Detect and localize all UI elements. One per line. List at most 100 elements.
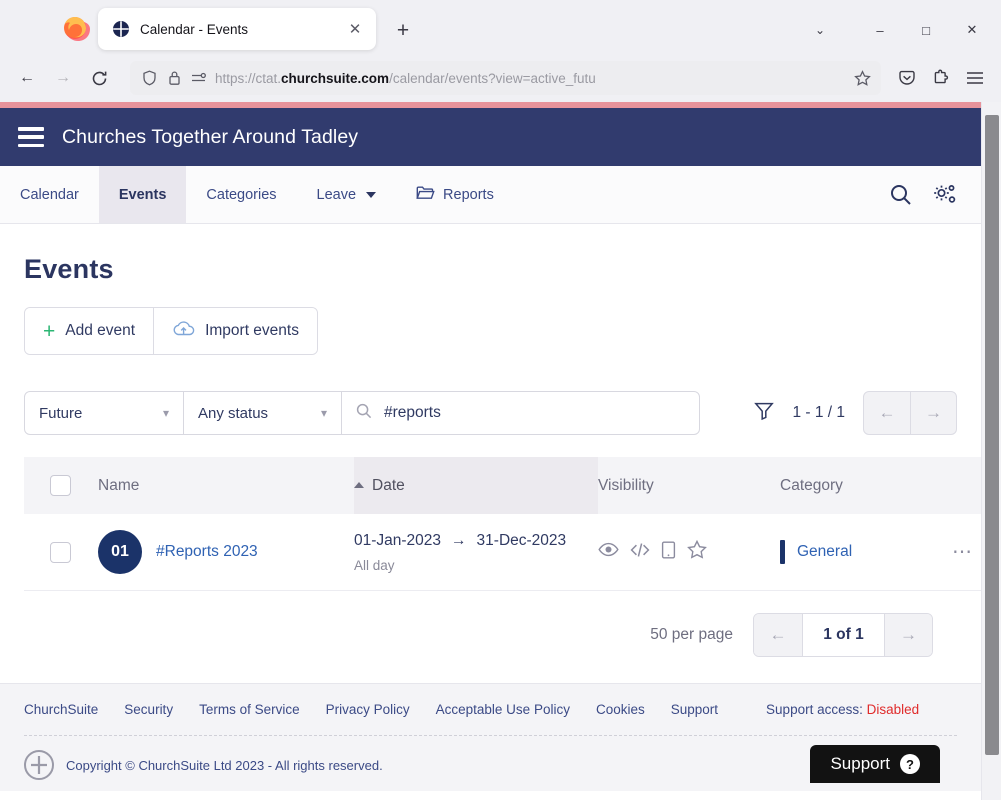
section-nav: Calendar Events Categories Leave Reports xyxy=(0,166,981,224)
search-value: #reports xyxy=(384,404,441,421)
row-actions-menu-icon[interactable]: ⋯ xyxy=(952,542,973,562)
plus-icon: + xyxy=(43,319,56,343)
scrollbar-thumb[interactable] xyxy=(985,115,999,755)
menu-hamburger-icon[interactable] xyxy=(18,127,44,147)
row-checkbox[interactable] xyxy=(50,541,71,563)
timeframe-select[interactable]: Future ▾ xyxy=(25,392,183,434)
support-access-value: Disabled xyxy=(866,702,920,717)
search-icon[interactable] xyxy=(889,183,912,206)
chevron-down-icon: ▾ xyxy=(162,406,169,420)
footer-link-cookies[interactable]: Cookies xyxy=(596,702,645,717)
event-time: All day xyxy=(354,557,395,573)
next-page-button[interactable]: → xyxy=(884,614,932,656)
main-content: Events + Add event Import events Future … xyxy=(0,224,1001,683)
chevron-down-icon xyxy=(366,191,377,198)
nav-tab-categories[interactable]: Categories xyxy=(186,166,296,223)
extensions-icon[interactable] xyxy=(925,62,957,94)
churchsuite-cross-icon xyxy=(112,20,130,38)
row-name-cell: 01 #Reports 2023 xyxy=(98,514,354,591)
filter-funnel-icon[interactable] xyxy=(754,401,775,426)
previous-page-button[interactable]: ← xyxy=(754,614,802,656)
add-event-button[interactable]: + Add event xyxy=(25,308,154,354)
event-start-date: 01-Jan-2023 xyxy=(354,532,442,550)
folder-icon xyxy=(416,185,435,205)
status-select[interactable]: Any status ▾ xyxy=(183,392,341,434)
browser-chrome: Calendar - Events ✕ + ⌄ – □ ✕ ← → https:… xyxy=(0,0,1001,102)
embed-code-icon[interactable] xyxy=(630,542,650,563)
search-input[interactable]: #reports xyxy=(341,392,699,434)
nav-tab-calendar[interactable]: Calendar xyxy=(0,166,99,223)
close-icon[interactable]: ✕ xyxy=(344,18,366,40)
page-indicator: 1 of 1 xyxy=(802,614,884,656)
nav-tab-label: Categories xyxy=(206,186,277,203)
per-page-label[interactable]: 50 per page xyxy=(650,626,733,644)
column-header-visibility[interactable]: Visibility xyxy=(598,457,780,514)
lock-icon[interactable] xyxy=(165,69,183,87)
nav-tab-events[interactable]: Events xyxy=(98,166,187,223)
support-access-label: Support access: xyxy=(766,702,863,717)
events-table: Name Date Visibility Category 01 #Report… xyxy=(24,457,1001,591)
page-navigator: ← 1 of 1 → xyxy=(753,613,933,657)
support-access-status: Support access: Disabled xyxy=(766,702,919,717)
import-events-button[interactable]: Import events xyxy=(153,308,317,354)
search-icon xyxy=(356,403,372,424)
back-icon[interactable]: ← xyxy=(10,62,44,94)
select-all-checkbox[interactable] xyxy=(50,475,71,496)
footer-link-terms[interactable]: Terms of Service xyxy=(199,702,300,717)
support-fab-button[interactable]: Support ? xyxy=(810,745,940,783)
filter-bar: Future ▾ Any status ▾ #reports 1 - 1 / 1… xyxy=(24,391,957,435)
category-color-swatch xyxy=(780,540,785,564)
url-text[interactable]: https://ctat.churchsuite.com/calendar/ev… xyxy=(215,71,844,86)
page-scrollbar[interactable] xyxy=(981,102,1001,800)
shield-icon[interactable] xyxy=(140,69,158,87)
reload-icon[interactable] xyxy=(82,62,116,94)
star-outline-icon[interactable] xyxy=(687,539,707,564)
bookmark-star-icon[interactable] xyxy=(851,67,873,89)
status-value: Any status xyxy=(198,404,269,422)
import-events-label: Import events xyxy=(205,322,299,339)
forward-icon[interactable]: → xyxy=(46,62,80,94)
list-all-tabs-icon[interactable]: ⌄ xyxy=(797,12,843,48)
column-header-date-label: Date xyxy=(372,476,405,494)
column-header-name[interactable]: Name xyxy=(98,457,354,514)
row-date-cell: 01-Jan-2023 → 31-Dec-2023 All day xyxy=(354,514,598,591)
new-tab-button[interactable]: + xyxy=(386,14,420,48)
app-menu-icon[interactable] xyxy=(959,62,991,94)
page-viewport: Churches Together Around Tadley Calendar… xyxy=(0,102,1001,800)
mobile-device-icon[interactable] xyxy=(661,541,676,564)
minimize-button[interactable]: – xyxy=(857,12,903,48)
add-event-label: Add event xyxy=(65,322,136,339)
pocket-icon[interactable] xyxy=(891,62,923,94)
category-link[interactable]: General xyxy=(797,543,852,561)
footer-link-support[interactable]: Support xyxy=(671,702,718,717)
tracking-protection-icon[interactable] xyxy=(190,69,208,87)
table-row[interactable]: 01 #Reports 2023 01-Jan-2023 → 31-Dec-20… xyxy=(24,514,1001,591)
maximize-button[interactable]: □ xyxy=(903,12,949,48)
eye-icon[interactable] xyxy=(598,542,619,562)
nav-tab-label: Reports xyxy=(443,186,494,203)
event-name-link[interactable]: #Reports 2023 xyxy=(156,542,258,563)
window-controls: ⌄ – □ ✕ xyxy=(797,12,995,48)
footer-link-churchsuite[interactable]: ChurchSuite xyxy=(24,702,98,717)
footer-link-acceptable-use[interactable]: Acceptable Use Policy xyxy=(436,702,570,717)
column-header-category[interactable]: Category xyxy=(780,457,1001,514)
close-window-button[interactable]: ✕ xyxy=(949,12,995,48)
nav-tab-reports[interactable]: Reports xyxy=(396,166,514,223)
next-page-icon[interactable]: → xyxy=(910,392,956,434)
table-header: Name Date Visibility Category xyxy=(24,457,1001,514)
timeframe-value: Future xyxy=(39,404,83,422)
settings-gear-icon[interactable] xyxy=(932,183,957,207)
prev-page-icon[interactable]: ← xyxy=(864,392,910,434)
app-header: Churches Together Around Tadley xyxy=(0,108,981,166)
column-header-date[interactable]: Date xyxy=(354,457,598,514)
footer-link-security[interactable]: Security xyxy=(124,702,173,717)
chevron-down-icon: ▾ xyxy=(320,406,327,420)
address-bar[interactable]: https://ctat.churchsuite.com/calendar/ev… xyxy=(130,61,881,95)
result-count: 1 - 1 / 1 xyxy=(792,404,845,421)
nav-tab-leave[interactable]: Leave xyxy=(297,166,397,223)
footer-link-privacy[interactable]: Privacy Policy xyxy=(326,702,410,717)
browser-tab[interactable]: Calendar - Events ✕ xyxy=(98,8,376,50)
browser-navbar: ← → https://ctat.churchsuite.com/calenda… xyxy=(0,54,1001,102)
nav-tab-label: Events xyxy=(118,186,167,203)
page-footer: ChurchSuite Security Terms of Service Pr… xyxy=(0,683,981,735)
